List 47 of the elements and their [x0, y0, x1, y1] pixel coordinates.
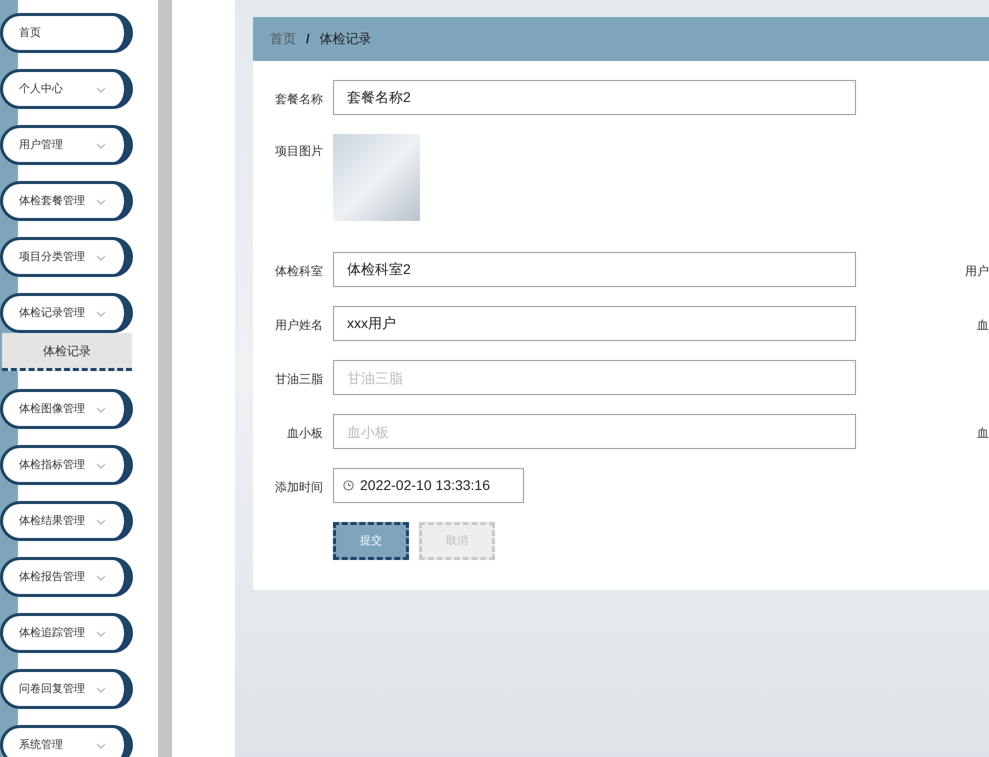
menu-item[interactable]: 用户管理 [0, 125, 133, 165]
input-field[interactable]: 甘油三脂 [333, 360, 856, 395]
input-field[interactable]: 体检科室2 [333, 252, 856, 287]
chevron-down-icon [96, 463, 106, 469]
field-label: 套餐名称 [274, 91, 323, 108]
menu-item[interactable]: 项目分类管理 [0, 237, 133, 277]
menu-item[interactable]: 体检套餐管理 [0, 181, 133, 221]
field-label: 项目图片 [274, 143, 323, 160]
menu-item[interactable]: 系统管理 [0, 725, 133, 757]
field-label: 用户姓名 [274, 317, 323, 334]
field-label: 血 [977, 425, 989, 442]
chevron-down-icon [96, 519, 106, 525]
breadcrumb-separator: / [306, 30, 310, 48]
chevron-down-icon [96, 743, 106, 749]
field-label: 用户 [965, 263, 989, 280]
field-label: 体检科室 [274, 263, 323, 280]
date-time-field[interactable]: 2022-02-10 13:33:16 [333, 468, 524, 503]
input-field[interactable]: 血小板 [333, 414, 856, 449]
chevron-down-icon [96, 255, 106, 261]
scrollbar[interactable] [158, 0, 172, 757]
menu-item[interactable]: 个人中心 [0, 69, 133, 109]
input-field[interactable]: xxx用户 [333, 306, 856, 341]
menu-item[interactable]: 体检图像管理 [0, 389, 133, 429]
chevron-down-icon [96, 407, 106, 413]
input-field[interactable]: 套餐名称2 [333, 80, 856, 115]
menu-item[interactable]: 首页 [0, 13, 133, 53]
menu-item[interactable]: 体检指标管理 [0, 445, 133, 485]
field-label: 血小板 [286, 425, 323, 442]
chevron-down-icon [96, 143, 106, 149]
field-label: 血 [977, 317, 989, 334]
chevron-down-icon [96, 575, 106, 581]
chevron-down-icon [96, 631, 106, 637]
menu-item[interactable]: 体检结果管理 [0, 501, 133, 541]
field-label: 添加时间 [274, 479, 323, 496]
breadcrumb-item: 体检记录 [320, 30, 372, 48]
menu-item[interactable]: 体检记录管理 [0, 293, 133, 333]
chevron-down-icon [96, 687, 106, 693]
clock-icon [343, 480, 354, 491]
submenu-item[interactable]: 体检记录 [2, 333, 132, 371]
menu-item[interactable]: 体检报告管理 [0, 557, 133, 597]
chevron-down-icon [96, 311, 106, 317]
menu-item[interactable]: 问卷回复管理 [0, 669, 133, 709]
menu-item[interactable]: 体检追踪管理 [0, 613, 133, 653]
chevron-down-icon [96, 199, 106, 205]
field-label: 甘油三脂 [274, 371, 323, 388]
chevron-down-icon [96, 87, 106, 93]
date-time-value: 2022-02-10 13:33:16 [360, 476, 490, 495]
